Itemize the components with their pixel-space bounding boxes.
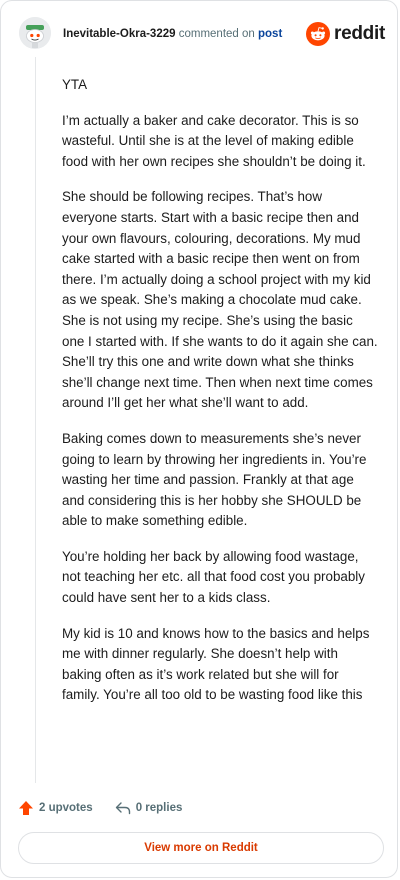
comment-paragraph: My kid is 10 and knows how to the basics… [62, 625, 370, 703]
commented-on-text: commented on [178, 28, 255, 40]
comment-body: YTA I’m actually a baker and cake decorat… [62, 75, 378, 721]
reply-arrow-icon [115, 802, 130, 815]
comment-paragraph: She should be following recipes. That’s … [62, 189, 378, 411]
comment-header: Inevitable-Okra-3229 commented on post r… [19, 17, 385, 51]
user-avatar[interactable] [19, 17, 51, 49]
comment-paragraph: I’m actually a baker and cake decorator.… [62, 112, 366, 169]
reddit-snoo-icon [306, 22, 331, 46]
reddit-logo[interactable]: reddit [306, 21, 385, 47]
reddit-wordmark: reddit [334, 23, 385, 44]
reply-count: 0 replies [135, 802, 183, 814]
reply-button[interactable]: 0 replies [115, 801, 183, 815]
username-link[interactable]: Inevitable-Okra-3229 [63, 28, 176, 40]
comment-embed-card: Inevitable-Okra-3229 commented on post r… [0, 0, 398, 878]
comment-paragraph: You’re holding her back by allowing food… [62, 548, 365, 606]
comment-meta: Inevitable-Okra-3229 commented on post [63, 27, 282, 41]
snoo-avatar-icon [19, 17, 51, 49]
comment-paragraph: YTA [62, 77, 88, 92]
comment-paragraph: Baking comes down to measurements she’s … [62, 430, 367, 529]
comment-actions: 2 upvotes 0 replies [18, 797, 182, 819]
post-link[interactable]: post [258, 28, 282, 40]
upvote-count: 2 upvotes [39, 802, 93, 814]
upvote-button[interactable]: 2 upvotes [18, 800, 93, 816]
view-more-button[interactable]: View more on Reddit [18, 832, 384, 864]
upvote-arrow-icon [19, 801, 33, 815]
thread-line [35, 57, 36, 783]
